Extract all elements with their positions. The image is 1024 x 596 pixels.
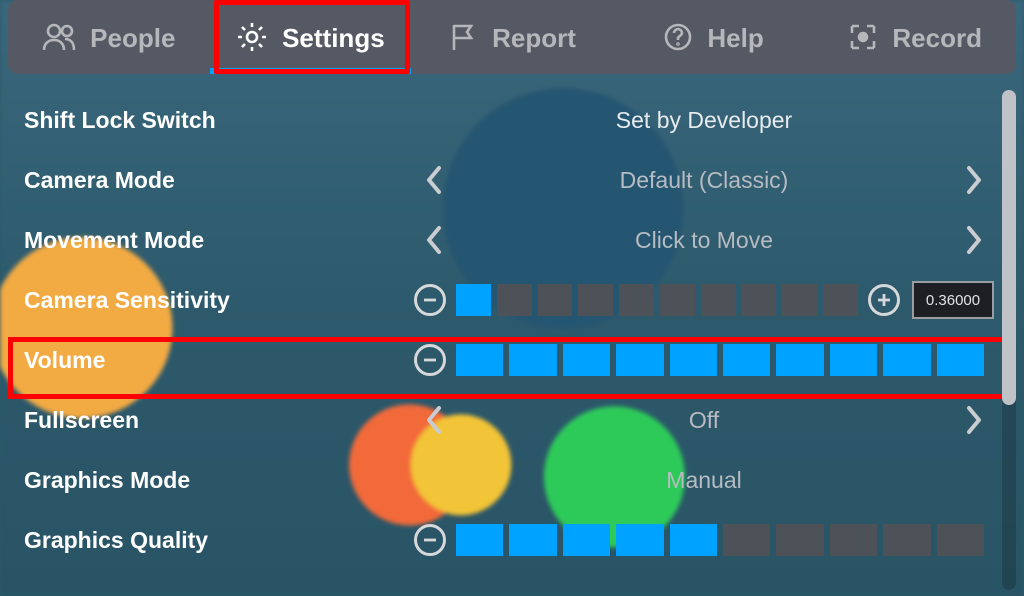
settings-rows: Shift Lock Switch Set by Developer Camer… [0,90,994,596]
slider-segment[interactable] [563,524,610,556]
tab-report-label: Report [492,23,576,54]
slider-segment[interactable] [456,284,491,316]
volume-label: Volume [24,347,414,374]
movement-mode-prev[interactable] [414,224,454,256]
slider-segment[interactable] [660,284,695,316]
tab-help[interactable]: Help [613,0,815,74]
gear-icon [236,21,268,53]
slider-segment[interactable] [578,284,613,316]
slider-segment[interactable] [701,284,736,316]
slider-segment[interactable] [619,284,654,316]
volume-decrease[interactable] [414,344,446,376]
slider-segment[interactable] [456,524,503,556]
slider-segment[interactable] [883,524,930,556]
row-graphics-mode: Graphics Mode Manual [0,450,994,510]
help-icon [663,22,693,52]
row-graphics-quality: Graphics Quality [0,510,994,570]
row-camera-sensitivity: Camera Sensitivity 0.36000 [0,270,994,330]
row-fullscreen: Fullscreen Off [0,390,994,450]
sensitivity-label: Camera Sensitivity [24,287,414,314]
slider-segment[interactable] [456,344,503,376]
tab-people[interactable]: People [8,0,210,74]
tab-record-label: Record [892,23,982,54]
fullscreen-prev[interactable] [414,404,454,436]
graphics-mode-label: Graphics Mode [24,467,414,494]
slider-segment[interactable] [497,284,532,316]
camera-mode-label: Camera Mode [24,167,414,194]
menu-frame: People Settings Report [0,0,1024,596]
slider-segment[interactable] [823,284,858,316]
slider-segment[interactable] [830,344,877,376]
slider-segment[interactable] [937,344,984,376]
slider-segment[interactable] [563,344,610,376]
scrollbar[interactable] [1002,90,1016,590]
sensitivity-readout[interactable]: 0.36000 [912,281,994,319]
slider-segment[interactable] [782,284,817,316]
volume-slider[interactable] [456,344,984,376]
fullscreen-next[interactable] [954,404,994,436]
sensitivity-decrease[interactable] [414,284,446,316]
row-shift-lock: Shift Lock Switch Set by Developer [0,90,994,150]
tab-record[interactable]: Record [814,0,1016,74]
tab-bar: People Settings Report [8,0,1016,74]
scrollbar-thumb[interactable] [1002,90,1016,405]
slider-segment[interactable] [723,344,770,376]
row-movement-mode: Movement Mode Click to Move [0,210,994,270]
tab-settings[interactable]: Settings [210,0,412,74]
record-icon [848,22,878,52]
graphics-quality-slider[interactable] [456,524,984,556]
graphics-quality-label: Graphics Quality [24,527,414,554]
row-camera-mode: Camera Mode Default (Classic) [0,150,994,210]
slider-segment[interactable] [883,344,930,376]
movement-mode-label: Movement Mode [24,227,414,254]
tab-help-label: Help [707,23,763,54]
graphics-mode-value: Manual [454,467,954,494]
graphics-quality-decrease[interactable] [414,524,446,556]
slider-segment[interactable] [509,344,556,376]
slider-segment[interactable] [538,284,573,316]
tab-report[interactable]: Report [411,0,613,74]
flag-icon [448,22,478,52]
slider-segment[interactable] [776,524,823,556]
fullscreen-value: Off [454,407,954,434]
slider-segment[interactable] [742,284,777,316]
sensitivity-slider[interactable] [456,284,858,316]
slider-segment[interactable] [830,524,877,556]
movement-mode-next[interactable] [954,224,994,256]
slider-segment[interactable] [776,344,823,376]
slider-segment[interactable] [937,524,984,556]
camera-mode-value: Default (Classic) [454,167,954,194]
tab-settings-label: Settings [282,23,385,54]
tab-people-label: People [90,23,175,54]
slider-segment[interactable] [616,344,663,376]
camera-mode-next[interactable] [954,164,994,196]
slider-segment[interactable] [723,524,770,556]
camera-mode-prev[interactable] [414,164,454,196]
slider-segment[interactable] [670,344,717,376]
fullscreen-label: Fullscreen [24,407,414,434]
sensitivity-increase[interactable] [868,284,900,316]
movement-mode-value: Click to Move [454,227,954,254]
slider-segment[interactable] [616,524,663,556]
shift-lock-label: Shift Lock Switch [24,107,414,134]
slider-segment[interactable] [670,524,717,556]
row-volume: Volume [0,330,994,390]
shift-lock-value: Set by Developer [414,107,994,134]
slider-segment[interactable] [509,524,556,556]
people-icon [42,22,76,52]
